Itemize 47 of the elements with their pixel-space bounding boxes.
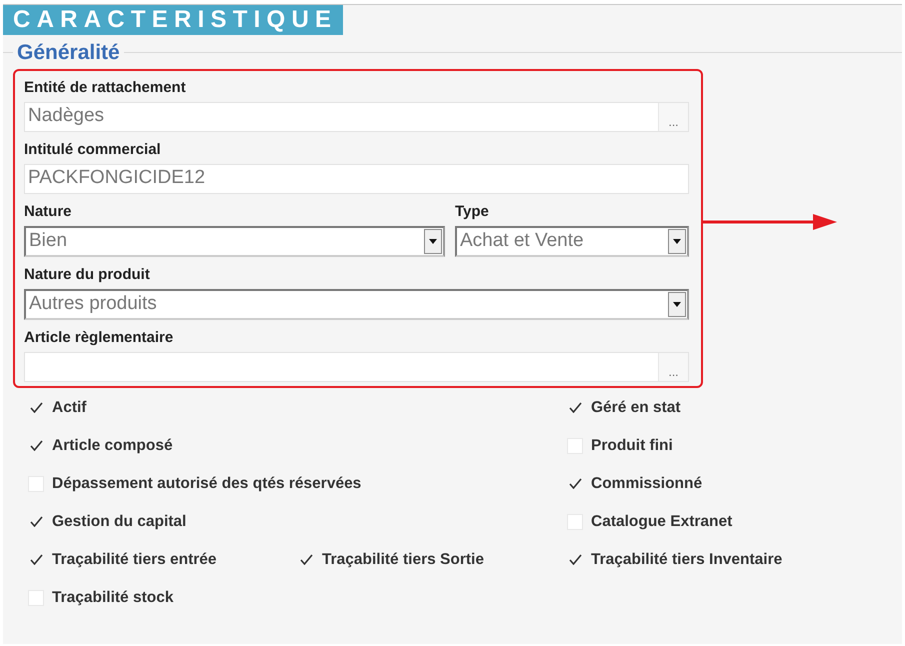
checkmark-icon bbox=[30, 402, 42, 413]
field-label: Type bbox=[455, 202, 490, 220]
input-field[interactable]: PACKFONGICIDE12 bbox=[24, 164, 689, 194]
checkbox[interactable] bbox=[567, 476, 583, 492]
checkbox-label: Commissionné bbox=[591, 474, 702, 494]
section-title: Généralité bbox=[16, 40, 121, 66]
checkbox-label: Traçabilité tiers entrée bbox=[52, 550, 217, 570]
checkbox-label: Gestion du capital bbox=[52, 512, 186, 532]
checkbox-label: Traçabilité stock bbox=[52, 588, 174, 608]
field-label: Nature du produit bbox=[24, 266, 151, 284]
caret-icon bbox=[429, 238, 437, 244]
checkmark-icon bbox=[300, 554, 312, 565]
checkbox-label: Actif bbox=[52, 398, 86, 418]
checkmark-icon bbox=[30, 516, 42, 527]
input-field[interactable]: ... bbox=[24, 352, 689, 382]
checkbox[interactable] bbox=[28, 552, 44, 568]
caret-icon bbox=[673, 238, 681, 244]
field-label: Nature bbox=[24, 202, 73, 220]
field-label: Article règlementaire bbox=[24, 328, 174, 346]
browse-button[interactable]: ... bbox=[658, 352, 688, 380]
checkbox-label: Article composé bbox=[52, 436, 173, 456]
caret-icon bbox=[673, 302, 681, 306]
checkmark-icon bbox=[568, 554, 582, 565]
checkbox[interactable] bbox=[28, 438, 44, 454]
checkmark-icon bbox=[568, 478, 582, 489]
checkbox[interactable] bbox=[28, 514, 44, 530]
checkbox[interactable] bbox=[298, 552, 314, 568]
checkbox[interactable] bbox=[567, 400, 583, 416]
field-label: Entité de rattachement bbox=[24, 78, 187, 96]
header-bar: CARACTERISTIQUE bbox=[3, 5, 344, 35]
checkmark-icon bbox=[30, 440, 42, 451]
browse-button[interactable]: ... bbox=[658, 102, 688, 130]
dropdown[interactable]: Bien bbox=[24, 226, 445, 256]
checkbox-label: Traçabilité tiers Sortie bbox=[322, 550, 484, 570]
dropdown[interactable]: Autres produits bbox=[24, 288, 689, 320]
checkbox-label: Catalogue Extranet bbox=[591, 512, 732, 532]
field-label: Intitulé commercial bbox=[24, 140, 162, 158]
input-field[interactable]: Nadèges ... bbox=[24, 102, 689, 132]
checkbox-label: Produit fini bbox=[591, 436, 673, 456]
checkmark-icon bbox=[30, 554, 42, 565]
checkbox-label: Dépassement autorisé des qtés réservées bbox=[52, 474, 362, 494]
checkbox-label: Géré en stat bbox=[591, 398, 681, 418]
checkbox[interactable] bbox=[567, 552, 583, 568]
checkmark-icon bbox=[568, 402, 582, 413]
checkbox[interactable] bbox=[28, 400, 44, 416]
dropdown[interactable]: Achat et Vente bbox=[455, 226, 689, 256]
checkbox-label: Traçabilité tiers Inventaire bbox=[591, 550, 782, 570]
